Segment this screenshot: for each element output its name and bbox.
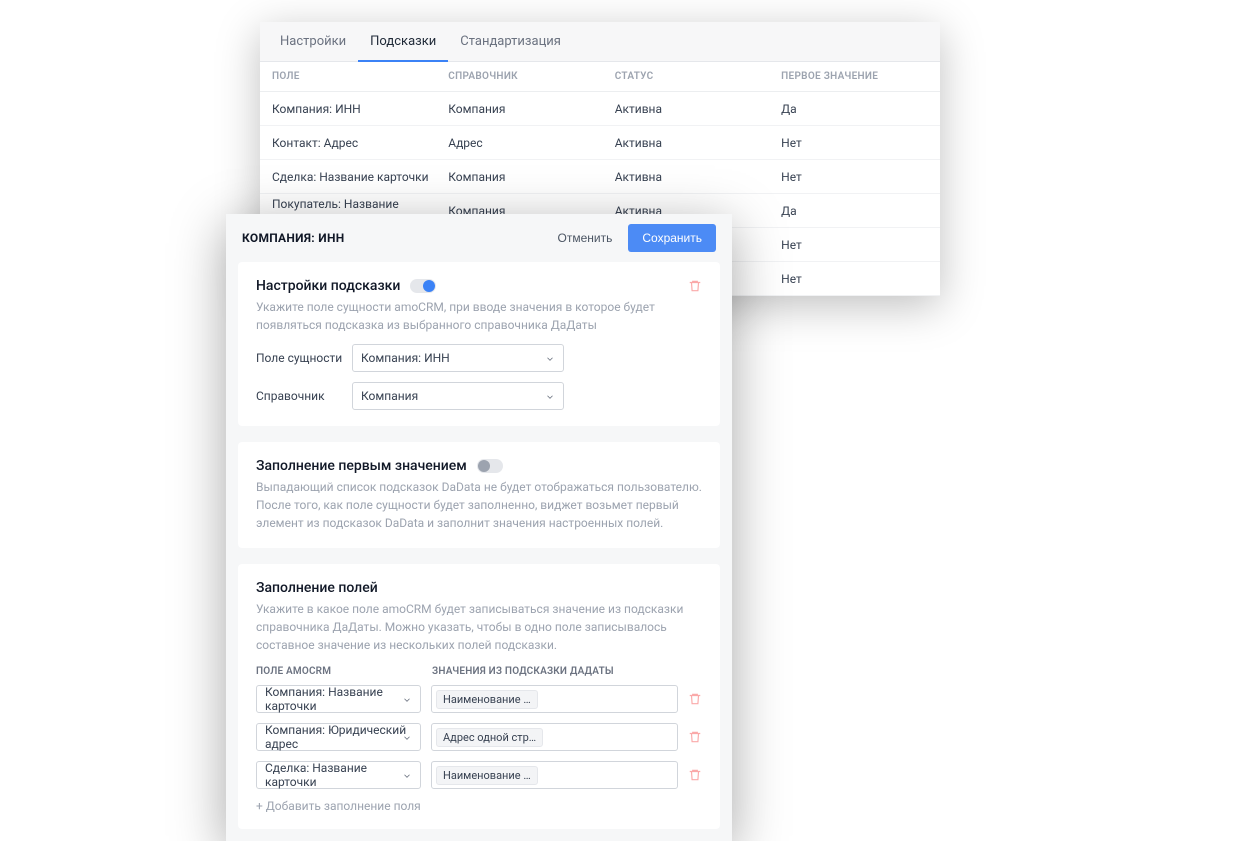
trash-icon[interactable] <box>688 768 702 782</box>
value-chip[interactable]: Наименование … <box>436 766 538 785</box>
label-reference: Справочник <box>256 389 352 403</box>
toggle-first-value[interactable] <box>477 459 503 473</box>
th-dadata-value: ЗНАЧЕНИЯ ИЗ ПОДСКАЗКИ ДАДАТЫ <box>432 666 614 677</box>
th-status: СТАТУС <box>615 71 781 82</box>
select-amocrm-field-value: Сделка: Название карточки <box>265 761 412 789</box>
chevron-down-icon <box>402 770 412 780</box>
select-entity-field[interactable]: Компания: ИНН <box>352 344 564 372</box>
cell-first-value: Нет <box>781 238 928 252</box>
select-amocrm-field[interactable]: Компания: Юридический адрес <box>256 723 421 751</box>
card-desc-field-mapping: Укажите в какое поле amoCRM будет записы… <box>256 600 702 654</box>
chevron-down-icon <box>402 694 412 704</box>
chevron-down-icon <box>545 391 555 401</box>
cell-status: Активна <box>615 170 781 184</box>
cell-first-value: Нет <box>781 272 928 286</box>
dadata-values-input[interactable]: Адрес одной стр… <box>431 723 678 751</box>
trash-icon[interactable] <box>688 692 702 706</box>
tabs-bar: Настройки Подсказки Стандартизация <box>260 22 940 62</box>
card-desc-hint-settings: Укажите поле сущности amoCRM, при вводе … <box>256 298 702 334</box>
tab-hints[interactable]: Подсказки <box>358 22 448 62</box>
card-title-first-value: Заполнение первым значением <box>256 458 467 474</box>
dadata-values-input[interactable]: Наименование … <box>431 685 678 713</box>
trash-icon[interactable] <box>688 730 702 744</box>
mapping-row: Сделка: Название карточки Наименование … <box>256 761 702 789</box>
cell-first-value: Да <box>781 204 928 218</box>
card-title-hint-settings: Настройки подсказки <box>256 278 400 294</box>
select-reference[interactable]: Компания <box>352 382 564 410</box>
select-entity-field-value: Компания: ИНН <box>361 351 450 365</box>
tab-standardization[interactable]: Стандартизация <box>448 22 573 62</box>
cell-reference: Компания <box>448 170 614 184</box>
cell-reference: Компания <box>448 102 614 116</box>
select-amocrm-field-value: Компания: Название карточки <box>265 685 412 713</box>
select-amocrm-field-value: Компания: Юридический адрес <box>265 723 412 751</box>
cell-status: Активна <box>615 102 781 116</box>
cell-reference: Адрес <box>448 136 614 150</box>
tab-settings[interactable]: Настройки <box>268 22 358 62</box>
mapping-row: Компания: Название карточки Наименование… <box>256 685 702 713</box>
toggle-hint-active[interactable] <box>410 279 436 293</box>
cell-field: Сделка: Название карточки <box>272 170 448 184</box>
cell-status: Активна <box>615 136 781 150</box>
cell-first-value: Нет <box>781 136 928 150</box>
dadata-values-input[interactable]: Наименование … <box>431 761 678 789</box>
cell-field: Компания: ИНН <box>272 102 448 116</box>
cell-first-value: Нет <box>781 170 928 184</box>
trash-icon[interactable] <box>688 279 702 293</box>
chevron-down-icon <box>402 732 412 742</box>
value-chip[interactable]: Наименование … <box>436 690 538 709</box>
panel-title: КОМПАНИЯ: ИНН <box>242 231 548 245</box>
th-first-value: ПЕРВОЕ ЗНАЧЕНИЕ <box>781 71 928 82</box>
label-entity-field: Поле сущности <box>256 351 352 365</box>
panel-header: КОМПАНИЯ: ИНН Отменить Сохранить <box>226 214 732 262</box>
card-field-mapping: Заполнение полей Укажите в какое поле am… <box>238 564 720 829</box>
cancel-button[interactable]: Отменить <box>548 225 623 251</box>
mapping-row: Компания: Юридический адрес Адрес одной … <box>256 723 702 751</box>
table-row[interactable]: Сделка: Название карточки Компания Актив… <box>260 160 940 194</box>
select-amocrm-field[interactable]: Компания: Название карточки <box>256 685 421 713</box>
panel-body: Настройки подсказки Укажите поле сущност… <box>226 262 732 841</box>
cell-field: Контакт: Адрес <box>272 136 448 150</box>
save-button[interactable]: Сохранить <box>628 224 716 252</box>
value-chip[interactable]: Адрес одной стр… <box>436 728 543 747</box>
table-header: ПОЛЕ СПРАВОЧНИК СТАТУС ПЕРВОЕ ЗНАЧЕНИЕ <box>260 62 940 92</box>
chevron-down-icon <box>545 353 555 363</box>
table-row[interactable]: Компания: ИНН Компания Активна Да <box>260 92 940 126</box>
hint-detail-panel: КОМПАНИЯ: ИНН Отменить Сохранить Настрой… <box>226 214 732 841</box>
cell-first-value: Да <box>781 102 928 116</box>
card-first-value: Заполнение первым значением Выпадающий с… <box>238 442 720 548</box>
th-field: ПОЛЕ <box>272 71 448 82</box>
add-mapping-link[interactable]: + Добавить заполнение поля <box>256 799 702 813</box>
card-title-field-mapping: Заполнение полей <box>256 580 702 596</box>
th-amocrm-field: ПОЛЕ AMOCRM <box>256 666 432 677</box>
th-reference: СПРАВОЧНИК <box>448 71 614 82</box>
table-row[interactable]: Контакт: Адрес Адрес Активна Нет <box>260 126 940 160</box>
card-desc-first-value: Выпадающий список подсказок DaData не бу… <box>256 478 702 532</box>
card-hint-settings: Настройки подсказки Укажите поле сущност… <box>238 262 720 426</box>
select-reference-value: Компания <box>361 389 418 403</box>
select-amocrm-field[interactable]: Сделка: Название карточки <box>256 761 421 789</box>
